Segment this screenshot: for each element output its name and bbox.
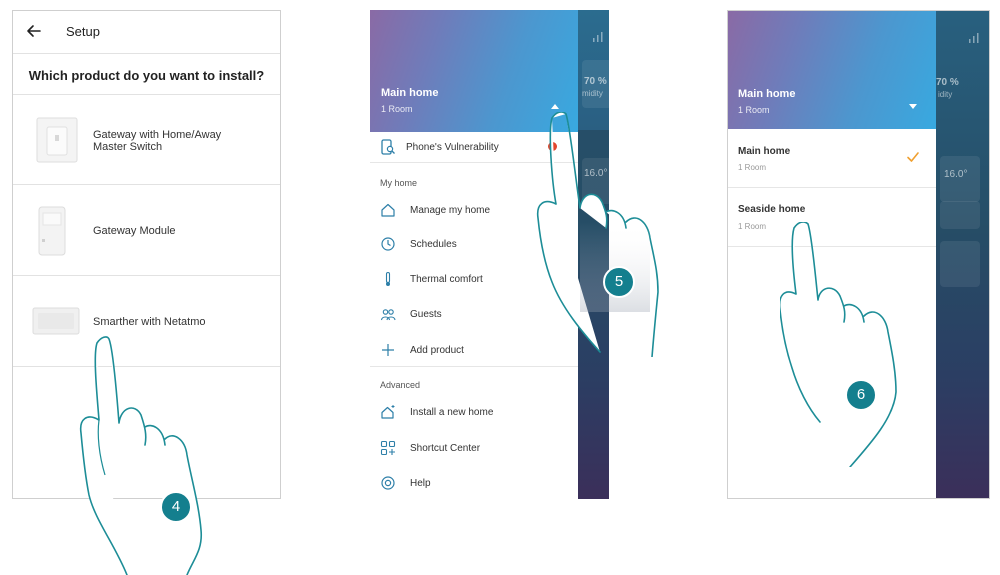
background-card [940, 241, 980, 287]
product-item-gateway-module[interactable]: Gateway Module [13, 185, 280, 275]
menu-item-help[interactable]: Help [370, 467, 578, 499]
menu-item-shortcut-center[interactable]: Shortcut Center [370, 432, 578, 464]
din-module-icon [38, 206, 66, 256]
home-rooms: 1 Room [738, 105, 770, 115]
section-advanced: Advanced [380, 380, 421, 390]
home-option-name: Main home [738, 146, 791, 157]
menu-item-label: Add product [410, 345, 464, 356]
menu-item-label: Manage my home [410, 205, 491, 216]
bg-humidity-label: midity [582, 89, 603, 98]
wall-switch-icon [36, 117, 78, 163]
chevron-up-icon[interactable] [550, 102, 560, 110]
signal-icon [969, 33, 979, 43]
vulnerability-label: Phone's Vulnerability [406, 142, 499, 153]
bg-temperature: 16.0° [944, 169, 968, 180]
product-item-gateway-switch[interactable]: Gateway with Home/Away Master Switch [13, 95, 280, 184]
checkmark-icon [907, 152, 919, 162]
section-my-home: My home [380, 178, 418, 188]
product-name: Gateway with Home/Away Master Switch [93, 129, 222, 153]
product-question: Which product do you want to install? [28, 68, 265, 83]
menu-item-label: Help [410, 478, 431, 489]
thermostat-icon [32, 307, 80, 335]
menu-item-install-new-home[interactable]: Install a new home [370, 396, 578, 428]
thermometer-icon [385, 271, 391, 286]
guests-icon [380, 309, 396, 321]
step-badge-6: 6 [845, 379, 877, 411]
page-title: Setup [66, 24, 100, 39]
top-bar: Setup [13, 11, 280, 54]
home-rooms: 1 Room [381, 104, 413, 114]
home-name: Main home [381, 87, 439, 99]
pointing-hand-icon [780, 222, 897, 467]
home-option-name: Seaside home [738, 204, 806, 215]
menu-item-label: Schedules [410, 239, 457, 250]
chevron-down-icon[interactable] [908, 103, 918, 111]
bg-humidity: 70 % [936, 77, 959, 88]
home-name: Main home [738, 88, 796, 100]
help-icon [381, 476, 395, 490]
pointing-hand-icon [536, 112, 659, 357]
plus-icon [382, 344, 394, 356]
home-option-rooms: 1 Room [738, 222, 767, 231]
home-option-main[interactable]: Main home 1 Room [728, 129, 936, 188]
new-home-icon [381, 405, 395, 419]
step-badge-4: 4 [160, 491, 192, 523]
product-name: Gateway Module [93, 225, 176, 237]
bg-humidity-label: idity [938, 90, 953, 99]
house-icon [381, 203, 395, 217]
menu-item-label: Shortcut Center [410, 443, 481, 454]
pointing-hand-icon [79, 336, 203, 575]
step-badge-5: 5 [603, 266, 635, 298]
home-option-rooms: 1 Room [738, 163, 767, 172]
phone-search-icon [381, 139, 395, 155]
clock-icon [381, 237, 395, 251]
bg-humidity: 70 % [584, 76, 607, 87]
drawer-header[interactable]: Main home 1 Room [728, 11, 936, 129]
menu-item-label: Thermal comfort [410, 274, 483, 285]
background-card [940, 201, 980, 229]
menu-item-label: Install a new home [410, 407, 494, 418]
signal-icon [593, 32, 603, 42]
back-arrow-icon[interactable] [25, 22, 43, 40]
shortcut-icon [380, 440, 396, 456]
product-name: Smarther with Netatmo [93, 316, 206, 328]
menu-item-label: Guests [410, 309, 442, 320]
